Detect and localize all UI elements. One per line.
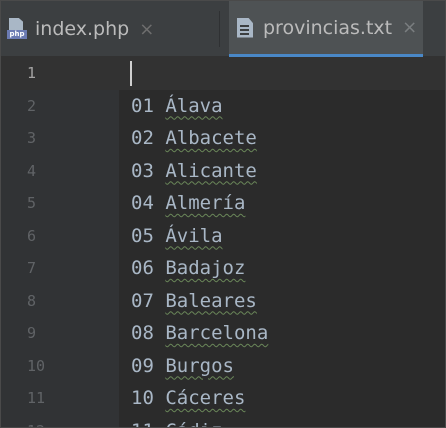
line-number: 1 xyxy=(27,64,37,82)
code-line[interactable]: 10 Cáceres xyxy=(131,382,245,415)
code-line[interactable]: 09 Burgos xyxy=(131,350,234,383)
line-number: 8 xyxy=(27,291,37,310)
province-name: Albacete xyxy=(165,127,257,149)
province-name: Cádiz xyxy=(165,420,222,428)
tab-label: provincias.txt xyxy=(263,16,393,39)
ide-window: php index.php × provincias.txt × 1234567… xyxy=(0,0,446,428)
line-number: 6 xyxy=(27,226,37,245)
province-code: 06 xyxy=(131,257,166,279)
province-name: Álava xyxy=(165,94,223,117)
province-name: Badajoz xyxy=(165,257,246,279)
close-icon[interactable]: × xyxy=(402,17,417,38)
line-number: 5 xyxy=(27,194,37,212)
tab-divider xyxy=(219,11,220,47)
text-file-icon xyxy=(237,17,253,38)
province-code: 09 xyxy=(131,354,166,377)
line-number: 12 xyxy=(1,415,119,428)
code-line[interactable]: 01 Álava xyxy=(131,90,223,123)
province-name: Cáceres xyxy=(165,387,246,409)
province-name: Alicante xyxy=(165,159,257,182)
code-line[interactable]: 05 Ávila xyxy=(131,220,223,253)
province-name: Burgos xyxy=(165,354,234,377)
province-code: 03 xyxy=(131,159,166,182)
code-line[interactable]: 08 Barcelona xyxy=(131,317,268,350)
line-number: 7 xyxy=(27,259,37,277)
province-code: 02 xyxy=(131,127,166,149)
province-code: 08 xyxy=(131,322,166,344)
line-number: 3 xyxy=(27,129,37,147)
line-number: 4 xyxy=(27,161,37,180)
code-line[interactable]: 11 Cádiz xyxy=(131,415,223,428)
province-code: 04 xyxy=(131,192,166,214)
line-number: 11 xyxy=(27,389,46,407)
line-number: 10 xyxy=(27,356,46,375)
tab-provincias-txt[interactable]: provincias.txt × xyxy=(229,1,424,57)
text-editor[interactable]: 12345678910111201 Álava02 Albacete03 Ali… xyxy=(1,57,445,428)
province-code: 07 xyxy=(131,289,166,312)
php-file-icon: php xyxy=(7,18,27,40)
line-number: 9 xyxy=(27,324,37,342)
text-caret xyxy=(130,61,132,86)
tab-index-php[interactable]: php index.php × xyxy=(7,1,154,57)
province-code: 10 xyxy=(131,387,166,409)
province-code: 11 xyxy=(131,420,165,428)
province-name: Ávila xyxy=(165,224,223,247)
province-name: Baleares xyxy=(165,289,257,312)
close-icon[interactable]: × xyxy=(139,19,154,40)
code-line[interactable]: 02 Albacete xyxy=(131,122,257,155)
code-line[interactable]: 06 Badajoz xyxy=(131,252,245,285)
province-name: Barcelona xyxy=(165,322,269,344)
tab-label: index.php xyxy=(35,18,130,40)
editor-tab-bar: php index.php × provincias.txt × xyxy=(1,1,445,57)
code-line[interactable]: 07 Baleares xyxy=(131,285,257,318)
province-name: Almería xyxy=(165,192,246,214)
province-code: 01 xyxy=(131,94,166,117)
code-line[interactable]: 03 Alicante xyxy=(131,155,257,188)
line-number: 2 xyxy=(27,96,37,115)
code-line[interactable]: 04 Almería xyxy=(131,187,245,220)
province-code: 05 xyxy=(131,224,166,247)
